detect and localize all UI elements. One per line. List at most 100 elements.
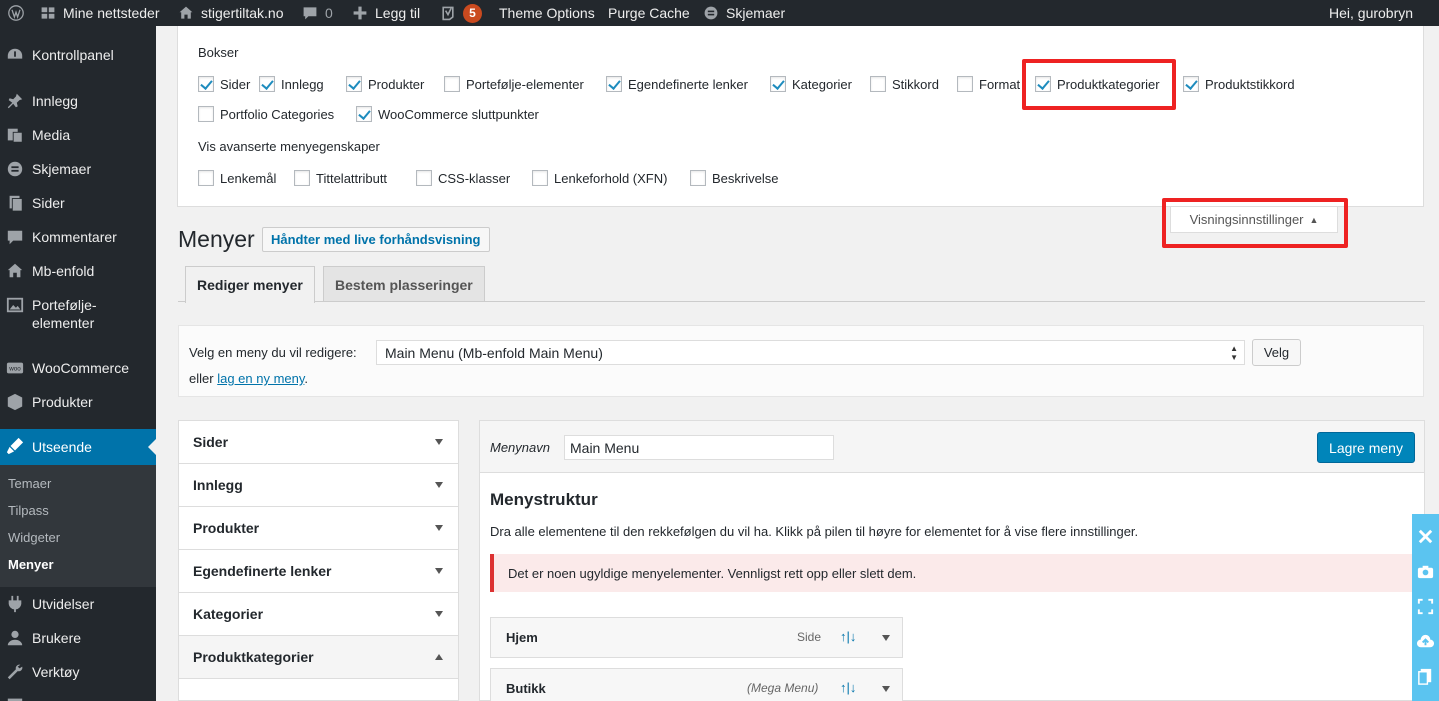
sidebar-item-comments[interactable]: Kommentarer [0,228,156,248]
chevron-down-icon[interactable] [882,635,890,641]
sidebar-item-pages[interactable]: Sider [0,194,156,214]
adv-option-css-classes[interactable]: CSS-klasser [416,170,510,186]
adv-option-title-attr[interactable]: Tittelattributt [294,170,387,186]
sidebar-item-appearance[interactable]: Utseende [0,429,156,465]
menu-select[interactable]: Main Menu (Mb-enfold Main Menu) ▲ ▼ [376,340,1245,365]
plus-icon [352,5,368,21]
menu-item[interactable]: Butikk (Mega Menu) ↑|↓ [490,668,903,701]
checkbox[interactable] [416,170,432,186]
checkbox[interactable] [770,76,786,92]
move-up-down-icon[interactable]: ↑|↓ [840,680,856,695]
sidebar-item-forms[interactable]: Skjemaer [0,160,156,180]
accordion-custom-links[interactable]: Egendefinerte lenker [179,550,458,593]
checkbox[interactable] [346,76,362,92]
menu-item[interactable]: Hjem Side ↑|↓ [490,617,903,658]
box-option-custom-links[interactable]: Egendefinerte lenker [606,76,748,92]
checkbox[interactable] [198,170,214,186]
purge-cache-link[interactable]: Purge Cache [608,0,690,26]
live-preview-button[interactable]: Håndter med live forhåndsvisning [262,227,490,252]
submenu-widgets[interactable]: Widgeter [8,530,60,545]
yoast-menu[interactable]: 5 [440,0,482,26]
new-content-menu[interactable]: Legg til [352,0,420,26]
sidebar-item-products[interactable]: Produkter [0,393,156,413]
accordion-kategorier[interactable]: Kategorier [179,593,458,636]
accordion-produkter[interactable]: Produkter [179,507,458,550]
checkbox[interactable] [690,170,706,186]
copy-icon[interactable] [1416,667,1435,686]
camera-icon[interactable] [1416,562,1435,581]
accordion-label: Kategorier [193,606,264,622]
my-sites-menu[interactable]: Mine nettsteder [40,0,160,26]
box-option-woo-endpoints[interactable]: WooCommerce sluttpunkter [356,106,539,122]
crop-icon[interactable] [1416,597,1435,616]
box-option-portfolio[interactable]: Portefølje-elementer [444,76,584,92]
adv-option-target[interactable]: Lenkemål [198,170,276,186]
option-label: Format [979,76,1021,92]
box-option-product-tags[interactable]: Produktstikkord [1183,76,1295,92]
sidebar-item-portfolio[interactable]: Portefølje-elementer [0,296,156,334]
box-option-produkter[interactable]: Produkter [346,76,424,92]
checkbox[interactable] [870,76,886,92]
sidebar-item-label: Skjemaer [32,161,92,177]
tab-edit-menus[interactable]: Rediger menyer [185,266,315,303]
wordpress-logo[interactable] [8,0,31,26]
admin-bar: Mine nettsteder stigertiltak.no 0 Legg t… [0,0,1439,26]
box-option-tags[interactable]: Stikkord [870,76,939,92]
checkbox[interactable] [356,106,372,122]
option-label: Sider [220,76,251,92]
adv-option-description[interactable]: Beskrivelse [690,170,778,186]
sidebar-item-woocommerce[interactable]: woo WooCommerce [0,359,156,379]
checkbox[interactable] [532,170,548,186]
accordion-sider[interactable]: Sider [179,421,458,464]
accordion-produktkategorier[interactable]: Produktkategorier [179,636,458,679]
sidebar-item-media[interactable]: Media [0,126,156,146]
option-label: Produktstikkord [1205,76,1295,92]
box-option-sider[interactable]: Sider [198,76,250,92]
sidebar-item-label: Mb-enfold [32,263,95,279]
or-label: eller [189,371,214,386]
home-icon [178,5,194,21]
submenu-menus[interactable]: Menyer [8,557,54,572]
sidebar-item-plugins[interactable]: Utvidelser [0,595,156,615]
menu-name-input[interactable]: Main Menu [564,435,834,460]
save-menu-button[interactable]: Lagre meny [1317,432,1415,463]
sidebar-item-mb-enfold[interactable]: Mb-enfold [0,262,156,282]
box-option-portfolio-categories[interactable]: Portfolio Categories [198,106,334,122]
checkbox[interactable] [1183,76,1199,92]
tab-divider [178,301,1425,302]
move-up-down-icon[interactable]: ↑|↓ [840,629,856,644]
checkbox[interactable] [198,106,214,122]
sidebar-item-tools[interactable]: Verktøy [0,663,156,683]
sidebar-item-settings[interactable] [0,695,156,701]
account-menu[interactable]: Hei, gurobryn [1329,0,1413,26]
checkbox[interactable] [444,76,460,92]
sidebar-item-users[interactable]: Brukere [0,629,156,649]
box-option-format[interactable]: Format [957,76,1020,92]
sidebar-item-posts[interactable]: Innlegg [0,92,156,112]
create-menu-link[interactable]: lag en ny meny [217,371,304,386]
menu-item-title: Hjem [506,630,538,645]
upload-icon[interactable] [1416,632,1435,651]
tab-manage-locations[interactable]: Bestem plasseringer [323,266,485,302]
menu-item-type: Side [797,630,822,644]
checkbox[interactable] [259,76,275,92]
submenu-themes[interactable]: Temaer [8,476,51,491]
theme-options-link[interactable]: Theme Options [499,0,595,26]
checkbox[interactable] [198,76,214,92]
box-option-innlegg[interactable]: Innlegg [259,76,324,92]
adv-option-xfn[interactable]: Lenkeforhold (XFN) [532,170,667,186]
accordion-innlegg[interactable]: Innlegg [179,464,458,507]
comments-menu[interactable]: 0 [302,0,333,26]
forms-menu[interactable]: Skjemaer [703,0,785,26]
site-name-menu[interactable]: stigertiltak.no [178,0,283,26]
checkbox[interactable] [957,76,973,92]
submenu-customize[interactable]: Tilpass [8,503,49,518]
chevron-down-icon[interactable] [882,686,890,692]
box-option-categories[interactable]: Kategorier [770,76,852,92]
select-menu-button[interactable]: Velg [1252,339,1301,366]
option-label: Produkter [368,76,425,92]
sidebar-item-dashboard[interactable]: Kontrollpanel [0,46,156,66]
checkbox[interactable] [606,76,622,92]
checkbox[interactable] [294,170,310,186]
close-icon[interactable] [1416,527,1435,546]
